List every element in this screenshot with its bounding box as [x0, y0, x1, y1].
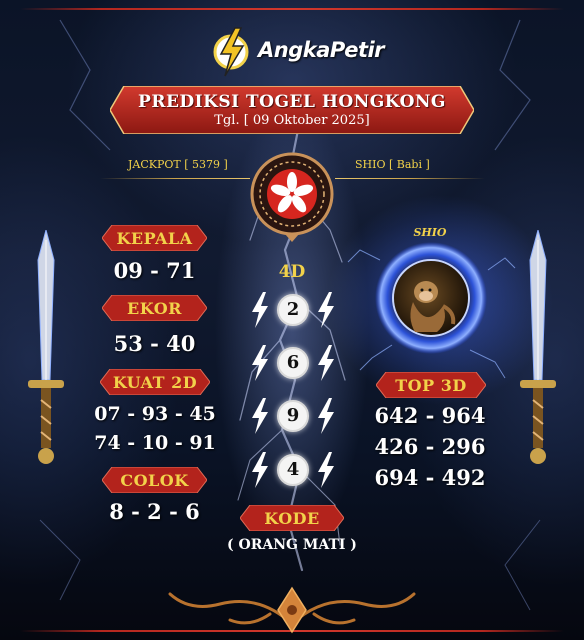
- digit-row: 2: [248, 292, 338, 328]
- top3d-line1: 642 - 964: [374, 403, 486, 428]
- sword-ornament: [28, 230, 64, 464]
- kepala-value: 09 - 71: [113, 258, 196, 283]
- ekor-ribbon: EKOR: [102, 295, 207, 321]
- kepala-label: KEPALA: [116, 229, 193, 248]
- ekor-label: EKOR: [127, 299, 182, 318]
- poster: AngkaPetir PREDIKSI TOGEL HONGKONG Tgl. …: [0, 0, 584, 640]
- digit-row: 6: [248, 345, 338, 381]
- right-divider: [335, 178, 485, 179]
- lightning-bolt-icon: [318, 398, 334, 434]
- digit-ball: 2: [277, 294, 309, 326]
- lightning-bolt-icon: [252, 345, 268, 381]
- sword-ornament: [520, 230, 556, 464]
- top-frame-line: [20, 8, 564, 10]
- colok-label: COLOK: [120, 471, 189, 490]
- shio-top-label: SHIO [ Babi ]: [355, 158, 430, 171]
- kuat2d-ribbon: KUAT 2D: [100, 369, 210, 395]
- digit-row: 9: [248, 398, 338, 434]
- kode-ribbon: KODE: [240, 505, 344, 531]
- lightning-bolt-icon: [252, 292, 268, 328]
- top3d-label: TOP 3D: [395, 376, 467, 395]
- digit-ball: 6: [277, 347, 309, 379]
- lightning-bolt-icon: [252, 452, 268, 488]
- ekor-value: 53 - 40: [113, 331, 196, 356]
- shio-label: SHIO: [413, 226, 447, 239]
- digit-ball: 4: [277, 454, 309, 486]
- bottom-scroll-ornament: [168, 586, 416, 634]
- top3d-line3: 694 - 492: [374, 465, 486, 490]
- lightning-bolt-icon: [252, 398, 268, 434]
- kuat2d-line2: 74 - 10 - 91: [94, 432, 216, 454]
- left-divider: [100, 178, 250, 179]
- date-label: Tgl. [ 09 Oktober 2025]: [214, 113, 370, 128]
- kepala-ribbon: KEPALA: [102, 225, 207, 251]
- top3d-ribbon: TOP 3D: [376, 372, 486, 398]
- lightning-bolt-icon: [318, 345, 334, 381]
- top3d-line2: 426 - 296: [374, 434, 486, 459]
- digit-ball: 9: [277, 400, 309, 432]
- lightning-bolt-icon: [318, 452, 334, 488]
- hongkong-flag-emblem: [250, 152, 334, 242]
- colok-ribbon: COLOK: [102, 467, 207, 493]
- page-title: PREDIKSI TOGEL HONGKONG: [138, 92, 446, 112]
- shio-monkey-orb: [375, 242, 487, 354]
- jackpot-label: JACKPOT [ 5379 ]: [128, 158, 228, 171]
- colok-value: 8 - 2 - 6: [109, 499, 200, 524]
- brand-logo-text: AngkaPetir: [258, 38, 385, 62]
- kode-label: KODE: [264, 509, 320, 528]
- label-4d: 4D: [278, 262, 306, 282]
- kode-value: ( ORANG MATI ): [227, 537, 357, 553]
- digit-row: 4: [248, 452, 338, 488]
- kuat2d-line1: 07 - 93 - 45: [94, 403, 216, 425]
- kuat2d-label: KUAT 2D: [112, 373, 198, 392]
- lightning-bolt-icon: [318, 292, 334, 328]
